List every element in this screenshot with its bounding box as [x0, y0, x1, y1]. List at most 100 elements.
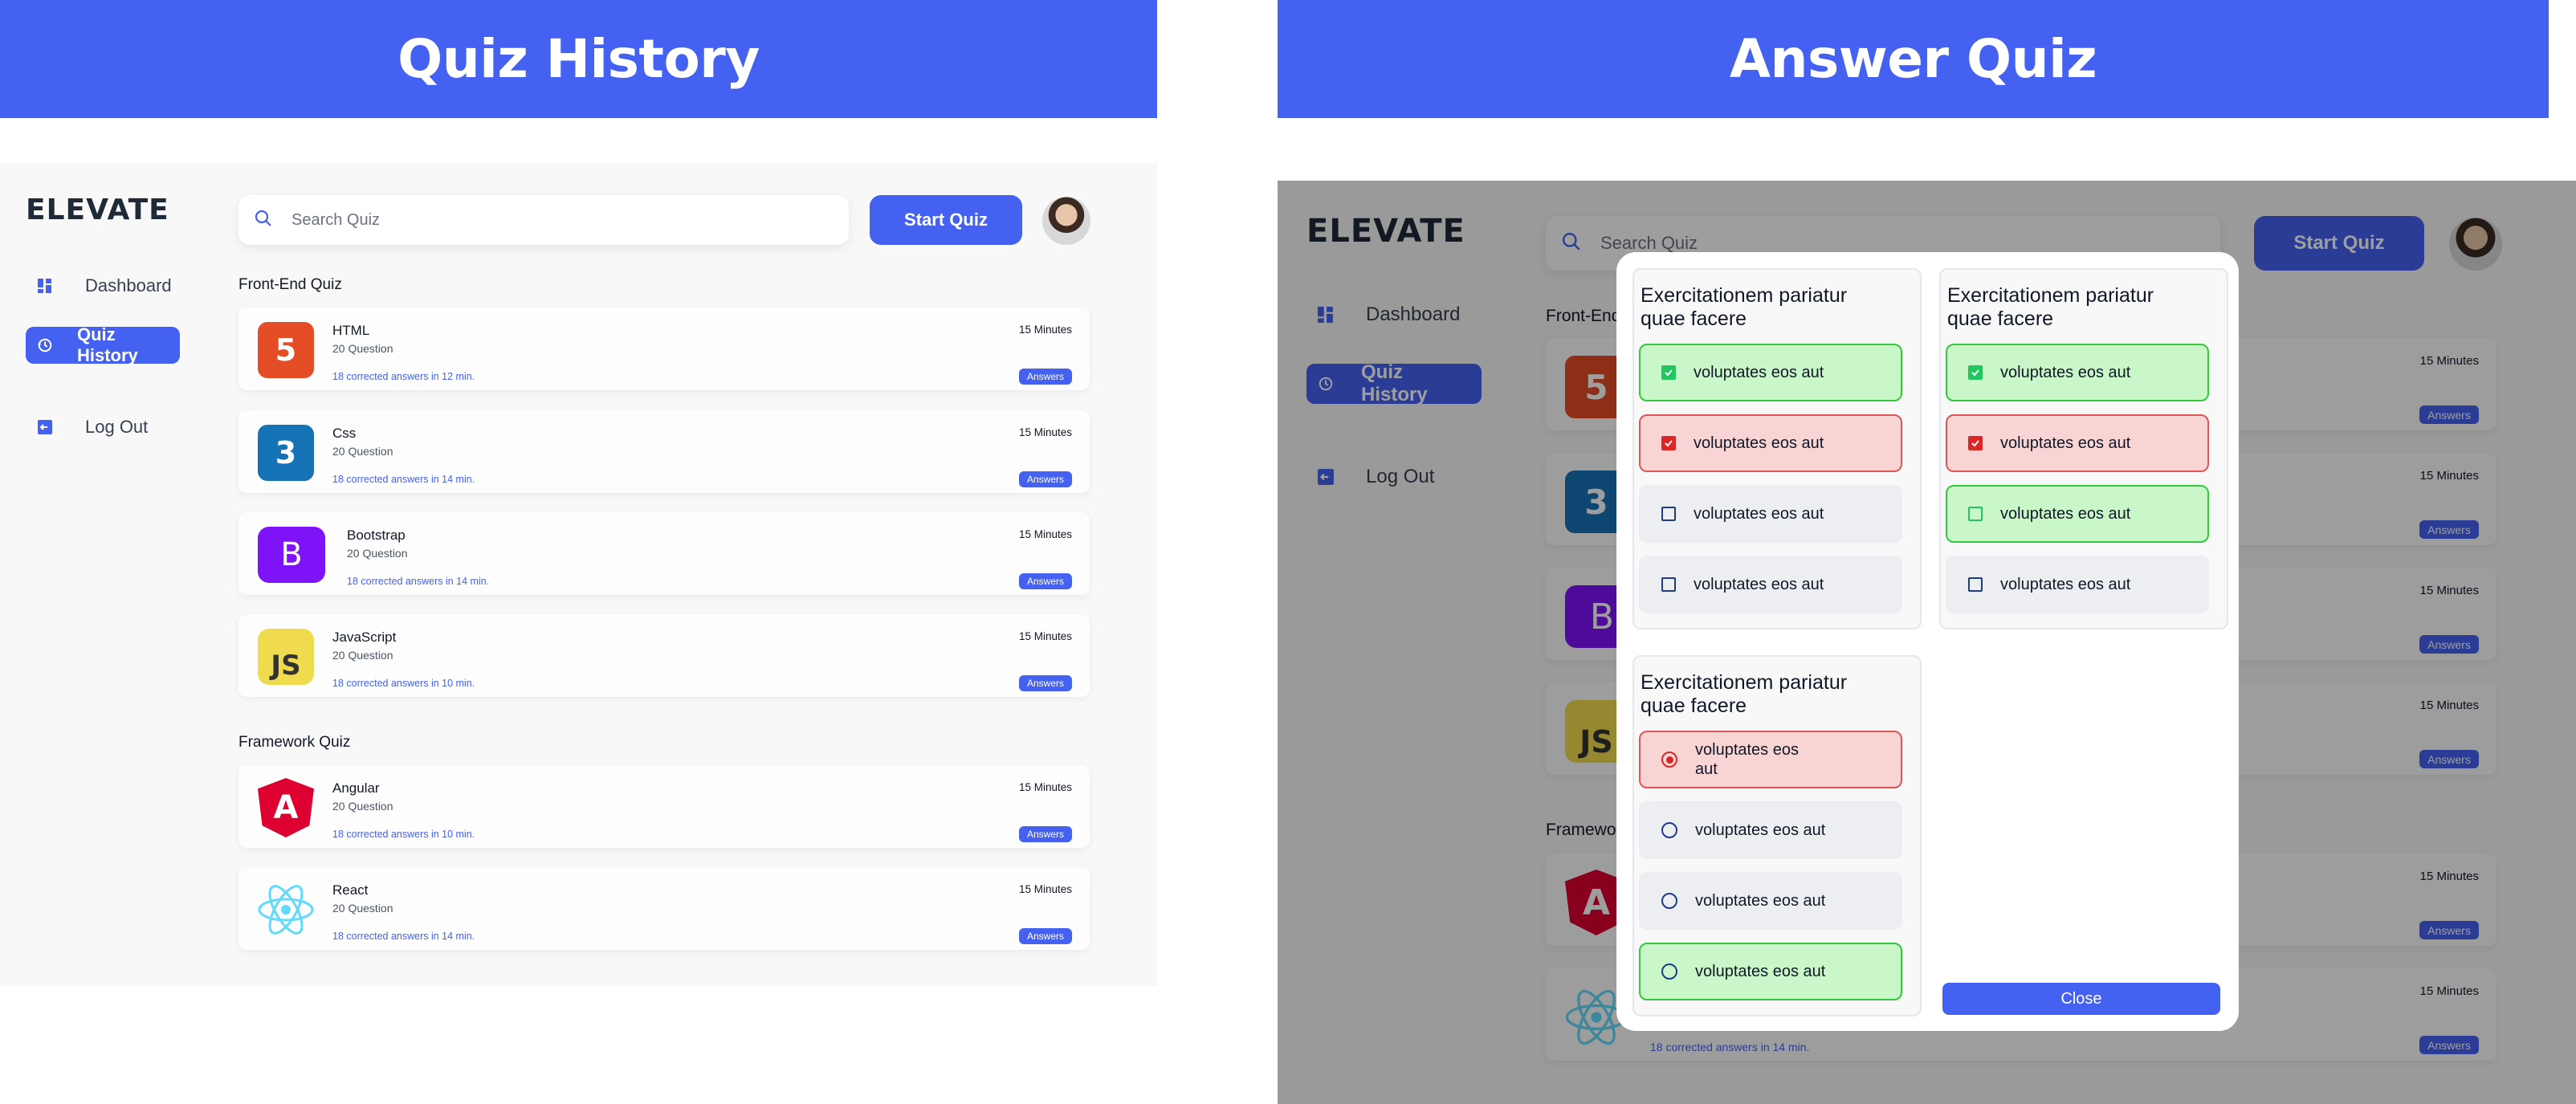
radio-selected-icon[interactable] [1661, 752, 1677, 768]
question-title: Exercitationem pariatur quae facere [1641, 284, 1848, 330]
quiz-duration: 15 Minutes [1018, 630, 1072, 642]
quiz-duration: 15 Minutes [1018, 324, 1072, 336]
option-label: voluptates eos aut [2000, 363, 2131, 381]
section-title-front-end: Front-End Quiz [238, 276, 342, 293]
answers-button[interactable]: Answers [1019, 826, 1072, 842]
quiz-result: 18 corrected answers in 10 min. [332, 829, 475, 840]
checkbox-checked-icon[interactable] [1968, 436, 1983, 450]
question-card-3: Exercitationem pariatur quae facere volu… [1632, 655, 1922, 1016]
html5-icon: 5 [258, 322, 314, 378]
answers-button[interactable]: Answers [1019, 675, 1072, 691]
answers-button[interactable]: Answers [1019, 928, 1072, 944]
quiz-card-javascript[interactable]: JS JavaScript 20 Question 18 corrected a… [238, 614, 1090, 697]
checkbox-checked-icon[interactable] [1661, 436, 1676, 450]
banner-title: Answer Quiz [1729, 28, 2097, 90]
question-count: 20 Question [347, 547, 408, 560]
quiz-name: Bootstrap [347, 528, 406, 543]
section-title-framework: Framework Quiz [238, 734, 351, 751]
answers-button[interactable]: Answers [1019, 573, 1072, 589]
question-count: 20 Question [332, 649, 393, 662]
quiz-name: Angular [332, 780, 380, 796]
logo: ELEVATE [26, 194, 169, 226]
banner-quiz-history: Quiz History [0, 0, 1157, 118]
quiz-name: React [332, 882, 369, 898]
answer-option[interactable]: voluptates eos aut [1639, 414, 1902, 472]
answer-option[interactable]: voluptates eos aut [1639, 556, 1902, 613]
answers-modal: Exercitationem pariatur quae facere volu… [1616, 252, 2239, 1031]
avatar[interactable] [1042, 197, 1090, 245]
radio-icon[interactable] [1661, 822, 1677, 838]
quiz-card-react[interactable]: React 20 Question 18 corrected answers i… [238, 867, 1090, 950]
close-button[interactable]: Close [1942, 983, 2220, 1015]
checkbox-icon[interactable] [1661, 577, 1676, 592]
quiz-name: Css [332, 426, 357, 441]
sidebar-item-quiz-history[interactable]: Quiz History [26, 324, 180, 365]
quiz-duration: 15 Minutes [1018, 883, 1072, 895]
option-label: voluptates eos aut [1694, 434, 1824, 452]
search-icon [255, 210, 272, 231]
option-label: voluptates eos aut [1695, 821, 1826, 839]
quiz-result: 18 corrected answers in 14 min. [347, 576, 490, 587]
question-count: 20 Question [332, 445, 393, 458]
answer-option[interactable]: voluptates eos aut [1946, 485, 2209, 543]
question-title: Exercitationem pariatur quae facere [1641, 671, 1848, 717]
search-input[interactable] [291, 210, 767, 230]
radio-icon[interactable] [1661, 963, 1677, 980]
search-bar[interactable] [238, 195, 849, 245]
checkbox-icon[interactable] [1661, 507, 1676, 521]
sidebar-item-dashboard[interactable]: Dashboard [26, 267, 183, 304]
react-icon [256, 880, 316, 939]
option-label: voluptates eos aut [1695, 891, 1826, 910]
option-label: voluptates eos aut [2000, 504, 2131, 523]
bootstrap-icon: B [258, 527, 325, 583]
question-card-1: Exercitationem pariatur quae facere volu… [1632, 268, 1922, 629]
quiz-card-bootstrap[interactable]: B Bootstrap 20 Question 18 corrected ans… [238, 512, 1090, 595]
sidebar-item-log-out[interactable]: Log Out [26, 409, 159, 446]
answer-option[interactable]: voluptates eos aut [1946, 414, 2209, 472]
answer-option[interactable]: voluptates eos aut [1639, 731, 1902, 788]
quiz-card-css[interactable]: 3 Css 20 Question 18 corrected answers i… [238, 410, 1090, 493]
quiz-card-angular[interactable]: A Angular 20 Question 18 corrected answe… [238, 765, 1090, 848]
logout-icon [37, 419, 53, 435]
quiz-result: 18 corrected answers in 10 min. [332, 678, 475, 689]
checkbox-checked-icon[interactable] [1661, 365, 1676, 380]
option-label: voluptates eos aut [1694, 363, 1824, 381]
option-label: voluptates eos aut [1694, 575, 1824, 593]
answer-option[interactable]: voluptates eos aut [1639, 801, 1902, 859]
question-count: 20 Question [332, 342, 393, 355]
question-count: 20 Question [332, 902, 393, 915]
quiz-card-html[interactable]: 5 HTML 20 Question 18 corrected answers … [238, 308, 1090, 390]
answer-option[interactable]: voluptates eos aut [1946, 556, 2209, 613]
checkbox-icon[interactable] [1968, 577, 1983, 592]
quiz-name: JavaScript [332, 629, 397, 645]
answer-option[interactable]: voluptates eos aut [1639, 344, 1902, 401]
question-card-2: Exercitationem pariatur quae facere volu… [1939, 268, 2228, 629]
history-icon [37, 337, 53, 353]
option-label: voluptates eos aut [1695, 741, 1799, 778]
sidebar-item-label: Quiz History [77, 324, 138, 365]
option-label: voluptates eos aut [2000, 575, 2131, 593]
angular-icon: A [258, 778, 314, 837]
quiz-result: 18 corrected answers in 14 min. [332, 474, 475, 485]
answer-option[interactable]: voluptates eos aut [1639, 943, 1902, 1000]
sidebar-item-label: Dashboard [85, 275, 172, 295]
radio-icon[interactable] [1661, 893, 1677, 909]
quiz-duration: 15 Minutes [1018, 781, 1072, 793]
answer-option[interactable]: voluptates eos aut [1639, 485, 1902, 543]
question-count: 20 Question [332, 800, 393, 813]
start-quiz-button[interactable]: Start Quiz [870, 195, 1022, 245]
answer-option[interactable]: voluptates eos aut [1946, 344, 2209, 401]
quiz-result: 18 corrected answers in 14 min. [332, 931, 475, 942]
quiz-history-screen: ELEVATE Dashboard Quiz History Log Out S… [0, 163, 1157, 986]
checkbox-checked-icon[interactable] [1968, 365, 1983, 380]
option-label: voluptates eos aut [1695, 962, 1826, 980]
css3-icon: 3 [258, 425, 314, 481]
answer-option[interactable]: voluptates eos aut [1639, 872, 1902, 930]
answers-button[interactable]: Answers [1019, 369, 1072, 385]
quiz-duration: 15 Minutes [1018, 528, 1072, 540]
quiz-name: HTML [332, 323, 370, 338]
answers-button[interactable]: Answers [1019, 471, 1072, 487]
banner-title: Quiz History [397, 28, 760, 90]
sidebar-item-label: Log Out [85, 417, 149, 437]
checkbox-icon[interactable] [1968, 507, 1983, 521]
